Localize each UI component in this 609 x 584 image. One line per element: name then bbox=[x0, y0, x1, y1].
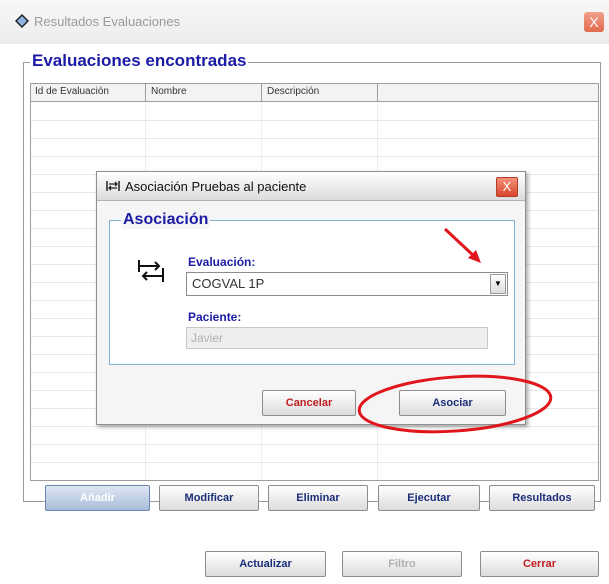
association-dialog: Asociación Pruebas al paciente X Asociac… bbox=[96, 171, 526, 425]
association-group-legend: Asociación bbox=[121, 211, 211, 229]
grid-column-description[interactable]: Descripción bbox=[267, 86, 319, 97]
dropdown-arrow-icon[interactable]: ▼ bbox=[490, 274, 506, 294]
associate-button[interactable]: Asociar bbox=[399, 390, 506, 416]
app-diamond-icon bbox=[15, 14, 29, 28]
refresh-button[interactable]: Actualizar bbox=[205, 551, 326, 577]
close-icon: X bbox=[502, 179, 512, 194]
results-button[interactable]: Resultados bbox=[489, 485, 595, 511]
modify-button[interactable]: Modificar bbox=[159, 485, 259, 511]
close-button[interactable]: Cerrar bbox=[480, 551, 599, 577]
delete-button[interactable]: Eliminar bbox=[268, 485, 368, 511]
cancel-button[interactable]: Cancelar bbox=[262, 390, 356, 416]
patient-field-value: Javier bbox=[191, 331, 224, 345]
grid-column-name[interactable]: Nombre bbox=[151, 86, 187, 97]
execute-button[interactable]: Ejecutar bbox=[378, 485, 480, 511]
grid-header: Id de Evaluación Nombre Descripción bbox=[31, 84, 598, 102]
dialog-title-bar: Asociación Pruebas al paciente X bbox=[97, 172, 525, 201]
dialog-close-button[interactable]: X bbox=[496, 177, 518, 197]
add-button[interactable]: Añadir bbox=[45, 485, 150, 511]
patient-field: Javier bbox=[186, 327, 488, 349]
dialog-title: Asociación Pruebas al paciente bbox=[125, 179, 307, 194]
patient-label: Paciente: bbox=[188, 310, 242, 324]
window-title: Resultados Evaluaciones bbox=[34, 14, 180, 29]
window-title-bar: Resultados Evaluaciones bbox=[0, 0, 609, 44]
window-close-button[interactable]: X bbox=[584, 12, 604, 32]
close-icon: X bbox=[589, 14, 599, 30]
evaluation-label: Evaluación: bbox=[188, 255, 256, 269]
association-small-icon bbox=[106, 181, 120, 191]
evaluation-select-value: COGVAL 1P bbox=[192, 276, 265, 291]
grid-column-id[interactable]: Id de Evaluación bbox=[35, 86, 109, 97]
evaluations-group-legend: Evaluaciones encontradas bbox=[30, 51, 249, 71]
association-arrows-icon bbox=[138, 260, 164, 282]
evaluation-select[interactable]: COGVAL 1P ▼ bbox=[186, 272, 508, 296]
filter-button[interactable]: Filtro bbox=[342, 551, 462, 577]
